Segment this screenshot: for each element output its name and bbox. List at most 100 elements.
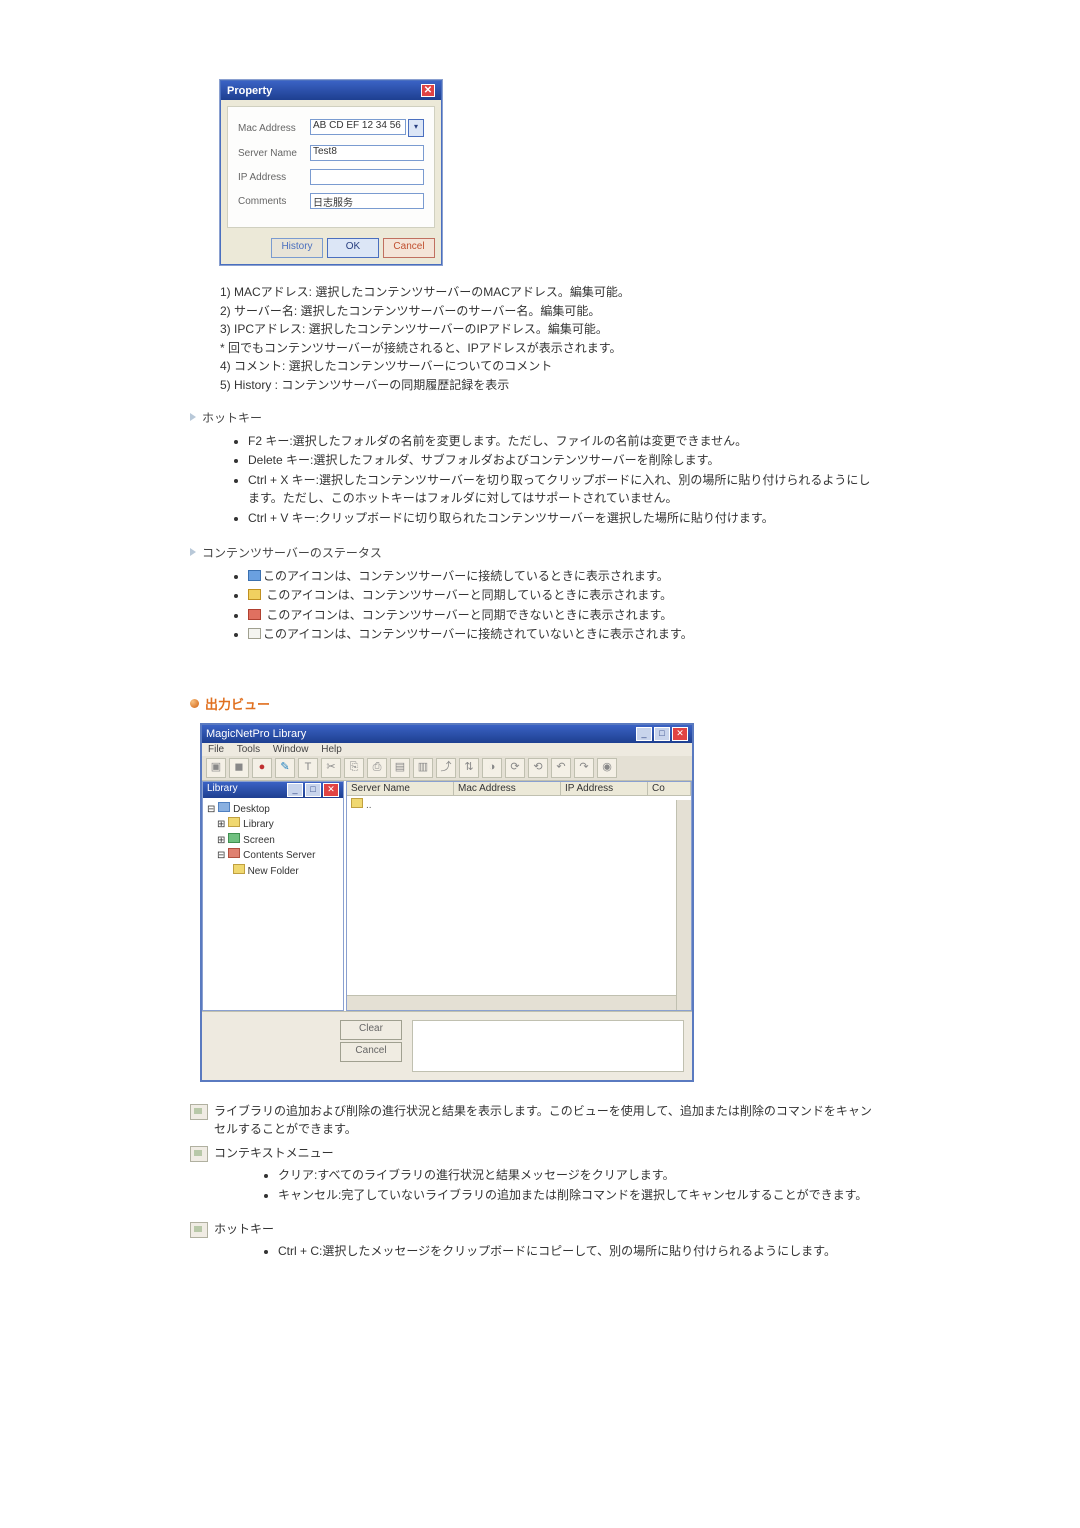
note-5: 5) History : コンテンツサーバーの同期履歴記録を表示 xyxy=(220,376,880,395)
hotkey-item: Ctrl + V キー:クリップボードに切り取られたコンテンツサーバーを選択した… xyxy=(248,509,880,528)
comments-label: Comments xyxy=(238,196,310,207)
toolbar-icon[interactable]: ◼ xyxy=(229,758,249,778)
menu-file[interactable]: File xyxy=(208,744,224,755)
h-scrollbar[interactable] xyxy=(347,995,677,1010)
hotkey2-heading: ホットキー xyxy=(190,1220,880,1238)
status-error-icon xyxy=(248,609,261,620)
menu-help[interactable]: Help xyxy=(321,744,342,755)
status-item: このアイコンは、コンテンツサーバーに接続しているときに表示されます。 xyxy=(248,567,880,586)
library-toolbar: ▣ ◼ ● ✎ T ✂ ⎘ ⎙ ▤ ▥ ⤴ ⇅ ◑ ⟳ ⟲ ↶ ↷ ◉ xyxy=(202,756,692,781)
library-tree: Library _ □ ✕ ⊟ Desktop ⊞ Library ⊞ Scre… xyxy=(202,781,344,1011)
toolbar-icon[interactable]: ↶ xyxy=(551,758,571,778)
minimize-icon[interactable]: _ xyxy=(636,727,652,741)
server-name-label: Server Name xyxy=(238,148,310,159)
history-button[interactable]: History xyxy=(271,238,323,258)
cancel-button[interactable]: Cancel xyxy=(383,238,435,258)
list-item: キャンセル:完了していないライブラリの追加または削除コマンドを選択してキャンセル… xyxy=(278,1186,880,1205)
list-item: Ctrl + C:選択したメッセージをクリップボードにコピーして、別の場所に貼り… xyxy=(278,1242,880,1261)
arrow-icon xyxy=(190,413,196,421)
folder-icon xyxy=(228,817,240,827)
toolbar-icon[interactable]: ◑ xyxy=(482,758,502,778)
toolbar-icon[interactable]: ▤ xyxy=(390,758,410,778)
tree-node[interactable]: ⊞ Library xyxy=(207,817,339,833)
server-icon xyxy=(228,848,240,858)
tree-node[interactable]: New Folder xyxy=(207,864,339,880)
panel-icon xyxy=(190,1146,208,1162)
tree-node[interactable]: ⊟ Contents Server xyxy=(207,848,339,864)
server-name-input[interactable]: Test8 xyxy=(310,145,424,161)
library-output-pane: Clear Cancel xyxy=(202,1011,692,1080)
close-icon[interactable]: ✕ xyxy=(672,727,688,741)
hotkey2-list: Ctrl + C:選択したメッセージをクリップボードにコピーして、別の場所に貼り… xyxy=(260,1242,880,1261)
ip-address-label: IP Address xyxy=(238,172,310,183)
maximize-icon[interactable]: □ xyxy=(654,727,670,741)
ok-button[interactable]: OK xyxy=(327,238,379,258)
status-syncing-icon xyxy=(248,589,261,600)
panel-icon xyxy=(190,1222,208,1238)
toolbar-icon[interactable]: ⟳ xyxy=(505,758,525,778)
tree-node[interactable]: ⊞ Screen xyxy=(207,833,339,849)
panel-icon xyxy=(190,1104,208,1120)
col-server-name[interactable]: Server Name xyxy=(347,782,454,795)
property-title: Property xyxy=(227,85,272,97)
col-ip-address[interactable]: IP Address xyxy=(561,782,648,795)
context-menu-list: クリア:すべてのライブラリの進行状況と結果メッセージをクリアします。 キャンセル… xyxy=(260,1166,880,1204)
cancel-button[interactable]: Cancel xyxy=(340,1042,402,1062)
menu-tools[interactable]: Tools xyxy=(237,744,260,755)
maximize-icon[interactable]: □ xyxy=(305,783,321,797)
note-1: 1) MACアドレス: 選択したコンテンツサーバーのMACアドレス。編集可能。 xyxy=(220,283,880,302)
col-mac-address[interactable]: Mac Address xyxy=(454,782,561,795)
minimize-icon[interactable]: _ xyxy=(287,783,303,797)
chevron-down-icon[interactable]: ▾ xyxy=(408,119,424,137)
folder-icon xyxy=(233,864,245,874)
library-menubar: File Tools Window Help xyxy=(202,743,692,756)
mac-address-input[interactable]: AB CD EF 12 34 56 xyxy=(310,119,406,135)
clear-button[interactable]: Clear xyxy=(340,1020,402,1040)
comments-input[interactable]: 日志服务 xyxy=(310,193,424,209)
output-view-heading: 出力ビュー xyxy=(190,694,880,713)
property-notes: 1) MACアドレス: 選択したコンテンツサーバーのMACアドレス。編集可能。 … xyxy=(220,283,880,395)
screen-icon xyxy=(228,833,240,843)
tree-title: Library xyxy=(207,783,238,797)
arrow-icon xyxy=(190,548,196,556)
library-title: MagicNetPro Library xyxy=(206,728,306,740)
toolbar-icon[interactable]: ▥ xyxy=(413,758,433,778)
status-item: このアイコンは、コンテンツサーバーと同期しているときに表示されます。 xyxy=(248,586,880,605)
list-item[interactable]: .. xyxy=(347,796,691,813)
note-4: 4) コメント: 選択したコンテンツサーバーについてのコメント xyxy=(220,357,880,376)
toolbar-icon[interactable]: ✎ xyxy=(275,758,295,778)
ip-address-input[interactable] xyxy=(310,169,424,185)
col-comments[interactable]: Co xyxy=(648,782,691,795)
hotkey-item: F2 キー:選択したフォルダの名前を変更します。ただし、ファイルの名前は変更でき… xyxy=(248,432,880,451)
note-3-sub: * 回でもコンテンツサーバーが接続されると、IPアドレスが表示されます。 xyxy=(220,339,880,358)
list-item: クリア:すべてのライブラリの進行状況と結果メッセージをクリアします。 xyxy=(278,1166,880,1185)
status-item: このアイコンは、コンテンツサーバーに接続されていないときに表示されます。 xyxy=(248,625,880,644)
status-connected-icon xyxy=(248,570,261,581)
hotkey-list: F2 キー:選択したフォルダの名前を変更します。ただし、ファイルの名前は変更でき… xyxy=(230,432,880,528)
library-window-figure: MagicNetPro Library _ □ ✕ File Tools Win… xyxy=(200,723,880,1082)
hotkey-heading: ホットキー xyxy=(190,409,880,426)
property-dialog-figure: Property ✕ Mac Address AB CD EF 12 34 56… xyxy=(220,80,880,265)
note-3: 3) IPCアドレス: 選択したコンテンツサーバーのIPアドレス。編集可能。 xyxy=(220,320,880,339)
toolbar-icon[interactable]: ◉ xyxy=(597,758,617,778)
menu-window[interactable]: Window xyxy=(273,744,309,755)
toolbar-icon[interactable]: ● xyxy=(252,758,272,778)
toolbar-icon[interactable]: ⎙ xyxy=(367,758,387,778)
status-heading: コンテンツサーバーのステータス xyxy=(190,544,880,561)
toolbar-icon[interactable]: ⤴ xyxy=(436,758,456,778)
close-icon[interactable]: ✕ xyxy=(323,783,339,797)
toolbar-icon[interactable]: ⎘ xyxy=(344,758,364,778)
toolbar-icon[interactable]: ↷ xyxy=(574,758,594,778)
toolbar-icon[interactable]: ✂ xyxy=(321,758,341,778)
toolbar-icon[interactable]: ⇅ xyxy=(459,758,479,778)
bullet-icon xyxy=(190,699,199,708)
toolbar-icon[interactable]: ⟲ xyxy=(528,758,548,778)
output-log xyxy=(412,1020,684,1072)
tree-node[interactable]: ⊟ Desktop xyxy=(207,802,339,818)
toolbar-icon[interactable]: ▣ xyxy=(206,758,226,778)
toolbar-icon[interactable]: T xyxy=(298,758,318,778)
v-scrollbar[interactable] xyxy=(676,800,691,1010)
close-icon[interactable]: ✕ xyxy=(421,84,435,97)
folder-icon xyxy=(351,798,363,808)
note-2: 2) サーバー名: 選択したコンテンツサーバーのサーバー名。編集可能。 xyxy=(220,302,880,321)
